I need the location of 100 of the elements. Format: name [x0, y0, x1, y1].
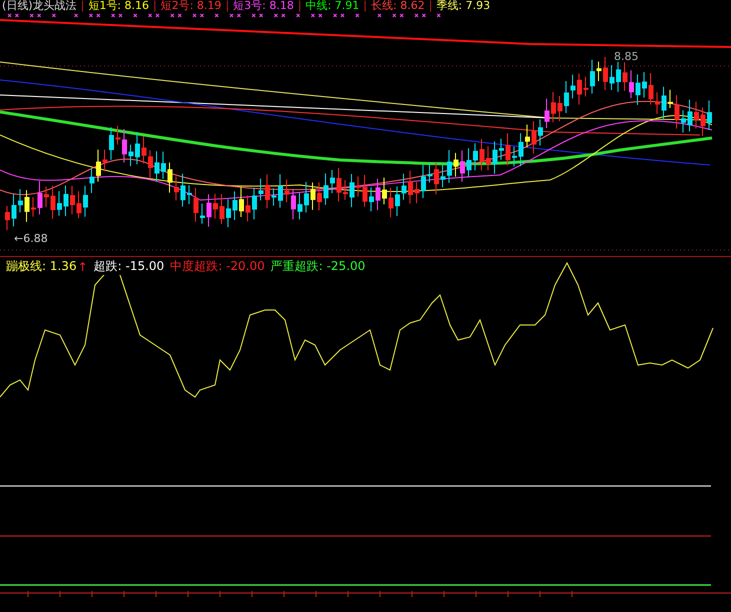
candlestick [336, 168, 342, 202]
candlestick [629, 70, 634, 99]
candlestick [265, 174, 270, 209]
candlestick [616, 61, 621, 92]
candlestick [284, 179, 290, 203]
candlestick [220, 194, 224, 225]
legend-value: 长线: 8.62 [371, 0, 425, 12]
candlestick [213, 193, 218, 220]
candlestick [512, 146, 517, 167]
up-arrow: ↑ [78, 260, 88, 274]
indicator-value: 中度超跌: -20.00 [170, 258, 265, 275]
legend-value: 季线: 7.93 [436, 0, 490, 12]
candlestick [700, 106, 706, 137]
candlestick [135, 132, 140, 165]
candlestick [460, 150, 465, 182]
candlestick [232, 190, 238, 220]
candlestick [154, 150, 160, 182]
high-price-label: 8.85 [614, 50, 638, 63]
candlestick [324, 172, 328, 206]
candlestick [38, 180, 42, 215]
legend-separator: | [428, 0, 432, 12]
candlestick [330, 170, 335, 194]
candlestick [291, 188, 296, 220]
candlestick [350, 173, 354, 208]
candlestick [486, 146, 491, 171]
candlestick [70, 185, 75, 215]
candlestick [590, 59, 595, 94]
legend-value: 短3号: 8.18 [233, 0, 294, 12]
candlestick [187, 184, 192, 205]
chart-title: (日线)龙头战法 [2, 0, 77, 12]
candlestick [252, 187, 257, 220]
candlestick [466, 148, 472, 178]
legend-separator: | [298, 0, 302, 12]
candlestick [50, 185, 56, 220]
indicator-value: 蹦极线: 1.36 [6, 258, 77, 275]
candlestick [122, 128, 127, 164]
candlestick [440, 164, 446, 188]
candlestick [570, 74, 576, 99]
candlestick [681, 110, 686, 133]
candlestick [148, 150, 153, 178]
candlestick [492, 140, 498, 174]
candlestick [246, 194, 250, 222]
candlestick [382, 177, 387, 205]
candlestick [362, 174, 368, 208]
candlestick [538, 118, 543, 146]
candlestick [298, 192, 302, 220]
legend-value: 短1号: 8.16 [88, 0, 150, 12]
candlestick [12, 193, 16, 227]
candlestick [577, 73, 582, 106]
legend-separator: | [363, 0, 367, 12]
candlestick [142, 136, 146, 164]
candlestick [343, 180, 348, 200]
candlestick [64, 184, 68, 217]
candlestick [603, 56, 608, 91]
low-price-label: ←6.88 [14, 232, 48, 245]
candlestick [662, 86, 666, 121]
candlestick [369, 186, 374, 212]
candlestick [174, 176, 179, 201]
candlestick [655, 92, 660, 114]
legend-value: 中线: 7.91 [306, 0, 360, 12]
candlestick [395, 186, 400, 216]
candlestick [421, 164, 426, 199]
candlestick [473, 142, 478, 171]
candlestick [402, 173, 406, 200]
candlestick [304, 181, 309, 213]
indicator-value: 严重超跌: -25.00 [270, 258, 366, 275]
candlestick [317, 182, 322, 211]
candlestick [128, 144, 134, 167]
legend-separator: | [80, 0, 84, 12]
candlestick [18, 188, 23, 213]
candlestick [24, 190, 30, 222]
candlestick [388, 187, 394, 218]
candlestick [584, 76, 588, 97]
candlestick [622, 62, 628, 92]
candlestick [532, 120, 536, 154]
candlestick [428, 162, 432, 184]
candlestick [278, 174, 283, 208]
candlestick [5, 206, 10, 231]
candlestick [544, 98, 550, 129]
candlestick [707, 100, 712, 130]
candlestick [57, 190, 62, 216]
candlestick [564, 80, 569, 114]
candlestick [480, 138, 484, 172]
candlestick [90, 168, 94, 194]
candlestick [83, 185, 88, 218]
candlestick [674, 94, 680, 130]
candlestick [272, 188, 276, 206]
candlestick [551, 91, 556, 123]
legend-value: 短2号: 8.19 [160, 0, 222, 12]
candlestick [31, 196, 36, 218]
candlestick [194, 187, 198, 222]
candlestick [668, 89, 673, 108]
candlestick [376, 178, 380, 211]
candlestick [642, 72, 647, 98]
candlestick [206, 194, 212, 228]
candlestick [558, 95, 562, 122]
candlestick [109, 126, 114, 160]
indicator-value: 超跌: -15.00 [94, 258, 164, 275]
candlestick [161, 151, 166, 180]
candlestick [180, 173, 186, 208]
